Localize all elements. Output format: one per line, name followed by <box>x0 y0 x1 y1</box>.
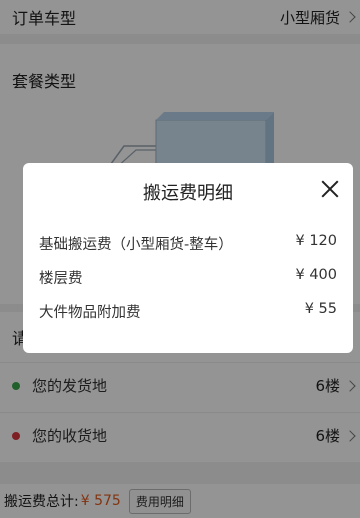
fee-amount: ¥ 120 <box>295 233 337 249</box>
fee-row: 楼层费 ¥ 400 <box>39 267 337 288</box>
modal-title: 搬运费明细 <box>143 183 233 204</box>
fee-name: 基础搬运费（小型厢货-整车） <box>39 237 233 253</box>
fee-amount: ¥ 55 <box>304 301 337 317</box>
fee-name: 大件物品附加费 <box>39 305 141 321</box>
fee-amount: ¥ 400 <box>295 267 337 283</box>
fee-detail-modal: 搬运费明细 基础搬运费（小型厢货-整车） ¥ 120 楼层费 ¥ 400 大件物… <box>23 163 353 353</box>
fee-row: 基础搬运费（小型厢货-整车） ¥ 120 <box>39 233 337 254</box>
fee-name: 楼层费 <box>39 271 83 287</box>
fee-row: 大件物品附加费 ¥ 55 <box>39 301 337 322</box>
close-icon[interactable] <box>319 178 341 200</box>
